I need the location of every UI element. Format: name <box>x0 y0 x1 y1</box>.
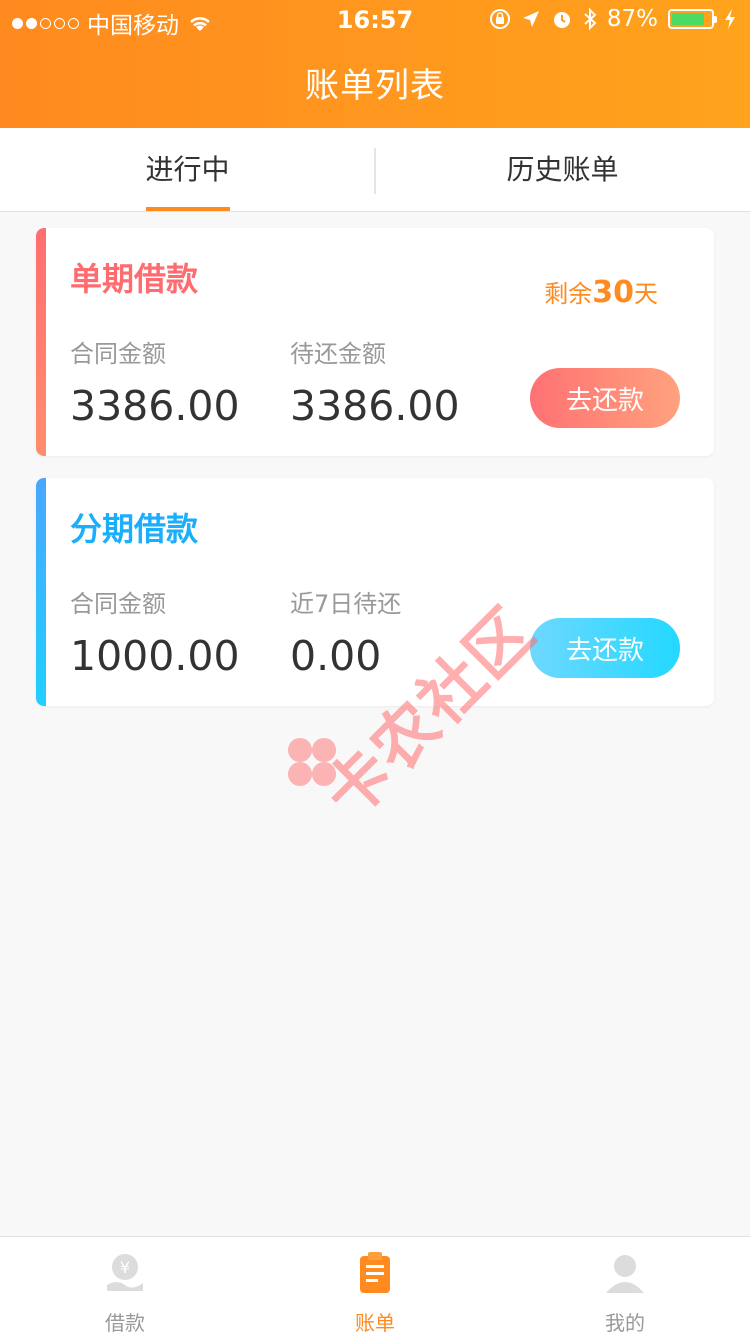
tabbar-item-loan[interactable]: ¥ 借款 <box>0 1237 250 1334</box>
remaining-days-number: 30 <box>592 275 634 310</box>
bill-card-installment[interactable]: 分期借款 合同金额 1000.00 近7日待还 0.00 去还款 <box>36 478 714 706</box>
status-right: 87% <box>489 6 736 32</box>
seven-day-due-label: 近7日待还 <box>290 590 402 618</box>
page-title: 账单列表 <box>305 66 445 106</box>
tab-label: 进行中 <box>145 153 230 186</box>
remaining-days: 剩余30天 <box>544 274 658 310</box>
pending-amount-value: 3386.00 <box>290 382 460 430</box>
card-accent-bar <box>36 228 46 456</box>
bill-clipboard-icon <box>360 1252 390 1293</box>
status-bar: 中国移动 16:57 87% <box>0 0 750 40</box>
alarm-clock-icon <box>553 12 570 28</box>
tab-history-bills[interactable]: 历史账单 <box>375 128 750 211</box>
bottom-tab-bar: ¥ 借款 账单 我的 <box>0 1236 750 1334</box>
contract-amount-value: 1000.00 <box>70 632 240 680</box>
remaining-suffix: 天 <box>634 280 658 308</box>
bluetooth-icon <box>584 7 597 31</box>
tab-in-progress[interactable]: 进行中 <box>0 128 375 211</box>
location-arrow-icon <box>522 11 539 27</box>
tabbar-item-mine[interactable]: 我的 <box>500 1237 750 1334</box>
battery-icon <box>668 9 717 29</box>
tabbar-label: 借款 <box>105 1311 145 1334</box>
repay-button[interactable]: 去还款 <box>530 618 680 678</box>
tabbar-item-bill[interactable]: 账单 <box>250 1237 500 1334</box>
bill-card-single[interactable]: 单期借款 剩余30天 合同金额 3386.00 待还金额 3386.00 去还款 <box>36 228 714 456</box>
remaining-prefix: 剩余 <box>544 280 593 308</box>
tab-active-indicator <box>145 207 230 211</box>
tabbar-label: 我的 <box>605 1311 645 1334</box>
tabbar-label: 账单 <box>355 1311 395 1334</box>
loan-hand-yen-icon: ¥ <box>107 1254 143 1291</box>
bill-title: 单期借款 <box>70 260 199 298</box>
tab-divider <box>374 148 376 194</box>
header: 中国移动 16:57 87% 账单列表 <box>0 0 750 128</box>
seven-day-due-value: 0.00 <box>290 632 382 680</box>
svg-text:¥: ¥ <box>120 1258 130 1277</box>
charging-bolt-icon <box>725 9 735 29</box>
bill-title: 分期借款 <box>70 510 199 548</box>
tab-label: 历史账单 <box>506 153 619 186</box>
repay-button[interactable]: 去还款 <box>530 368 680 428</box>
contract-amount-label: 合同金额 <box>70 590 166 618</box>
rotation-lock-icon <box>489 9 510 29</box>
card-accent-bar <box>36 478 46 706</box>
contract-amount-label: 合同金额 <box>70 340 166 368</box>
pending-amount-label: 待还金额 <box>290 340 386 368</box>
contract-amount-value: 3386.00 <box>70 382 240 430</box>
battery-percent: 87% <box>606 6 658 32</box>
user-profile-icon <box>606 1255 644 1293</box>
